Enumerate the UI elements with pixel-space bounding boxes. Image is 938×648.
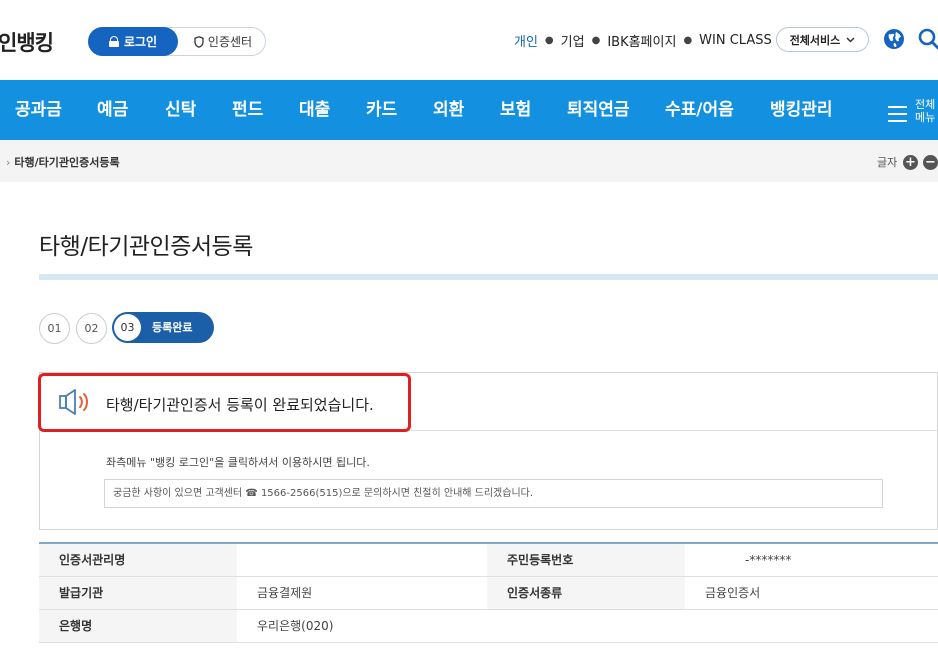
login-group: 로그인 인증센터	[88, 27, 266, 56]
zoom-in-button[interactable]: +	[903, 155, 918, 170]
brand-logo-text[interactable]: 인뱅킹	[0, 27, 54, 57]
globe-icon[interactable]	[883, 28, 905, 50]
cell-label-issuer: 발급기관	[39, 576, 237, 610]
all-services-label: 전체서비스	[789, 33, 841, 47]
step-indicator-2: 02	[76, 313, 107, 344]
nav-item-trust[interactable]: 신탁	[165, 80, 196, 140]
breadcrumb-bar: › 타행/타기관인증서등록 글자	[0, 140, 938, 182]
cell-value-cert-type: 금융인증서	[685, 576, 938, 610]
certificate-info-table: 인증서관리명 주민등록번호 -******* 발급기관 금융결제원 인증서종류 …	[39, 542, 938, 643]
separator-dot: ●	[591, 35, 601, 46]
header: 인뱅킹 로그인 인증센터 개인 ● 기업 ● IBK홈페이지 ● WIN CLA…	[0, 0, 938, 80]
breadcrumb: › 타행/타기관인증서등록	[6, 154, 120, 170]
login-button[interactable]: 로그인	[88, 27, 178, 56]
table-row: 발급기관 금융결제원 인증서종류 금융인증서	[39, 576, 938, 610]
nav-item-card[interactable]: 카드	[366, 80, 397, 140]
login-guide-text: 좌측메뉴 "뱅킹 로그인"을 클릭하셔서 이용하시면 됩니다.	[106, 456, 370, 469]
page-title: 타행/타기관인증서등록	[39, 234, 253, 260]
lock-icon	[108, 36, 119, 47]
cell-empty	[685, 609, 938, 643]
complete-message: 타행/타기관인증서 등록이 완료되었습니다.	[106, 396, 374, 414]
cell-label-cert-type: 인증서종류	[487, 576, 685, 610]
cell-empty	[487, 609, 685, 643]
search-icon[interactable]	[918, 28, 938, 50]
nav-item-banking-management[interactable]: 뱅킹관리	[770, 80, 833, 140]
cert-center-button[interactable]: 인증센터	[181, 28, 265, 55]
cell-value-cert-name	[237, 543, 487, 577]
inquiry-notice: 궁금한 사항이 있으면 고객센터 ☎ 1566-2566(515)으로 문의하시…	[104, 479, 883, 508]
nav-item-check-bill[interactable]: 수표/어음	[665, 80, 734, 140]
cell-value-issuer: 금융결제원	[237, 576, 487, 610]
cell-label-cert-name: 인증서관리명	[39, 543, 237, 577]
cell-value-bank-name: 우리은행(020)	[237, 609, 487, 643]
font-size-label: 글자	[877, 156, 898, 169]
chevron-down-icon	[846, 36, 855, 43]
zoom-out-button[interactable]: −	[923, 155, 938, 170]
speaker-icon	[59, 389, 88, 415]
nav-item-forex[interactable]: 외환	[433, 80, 464, 140]
chevron-right-icon: ›	[6, 156, 11, 169]
nav-item-pension[interactable]: 퇴직연금	[567, 80, 630, 140]
all-menu-label-line2: 메뉴	[915, 111, 936, 124]
step-indicator-1: 01	[39, 313, 70, 344]
nav-item-utility-bills[interactable]: 공과금	[15, 80, 62, 140]
all-services-dropdown[interactable]: 전체서비스	[776, 27, 869, 52]
all-menu-label[interactable]: 전체 메뉴	[915, 98, 935, 124]
separator-dot: ●	[683, 35, 693, 46]
cell-label-bank-name: 은행명	[39, 609, 237, 643]
cell-label-resident-number: 주민등록번호	[487, 543, 685, 577]
top-link-corporate[interactable]: 기업	[561, 31, 585, 50]
nav-item-loan[interactable]: 대출	[299, 80, 330, 140]
nav-item-fund[interactable]: 펀드	[232, 80, 263, 140]
breadcrumb-current: 타행/타기관인증서등록	[14, 156, 120, 169]
top-links: 개인 ● 기업 ● IBK홈페이지 ● WIN CLASS	[514, 31, 772, 50]
main-nav: 공과금 예금 신탁 펀드 대출 카드 외환 보험 퇴직연금 수표/어음 뱅킹관리…	[0, 80, 938, 140]
cert-center-label: 인증센터	[207, 35, 253, 49]
title-divider	[39, 274, 938, 280]
hamburger-menu-icon[interactable]	[888, 106, 908, 122]
step-active-label: 등록완료	[152, 321, 193, 334]
separator-dot: ●	[544, 35, 554, 46]
login-label: 로그인	[123, 35, 158, 49]
step-indicator-active: 03 등록완료	[112, 312, 214, 343]
nav-item-deposit[interactable]: 예금	[97, 80, 128, 140]
step-active-number: 03	[114, 314, 141, 341]
top-link-win-class[interactable]: WIN CLASS	[699, 33, 772, 48]
shield-icon	[194, 35, 204, 48]
nav-item-insurance[interactable]: 보험	[500, 80, 531, 140]
cell-value-resident-number: -*******	[685, 543, 938, 577]
top-link-personal[interactable]: 개인	[514, 31, 538, 50]
all-menu-label-line1: 전체	[915, 98, 936, 111]
table-row: 인증서관리명 주민등록번호 -*******	[39, 543, 938, 577]
table-row: 은행명 우리은행(020)	[39, 609, 938, 643]
top-link-ibk-homepage[interactable]: IBK홈페이지	[607, 31, 676, 50]
